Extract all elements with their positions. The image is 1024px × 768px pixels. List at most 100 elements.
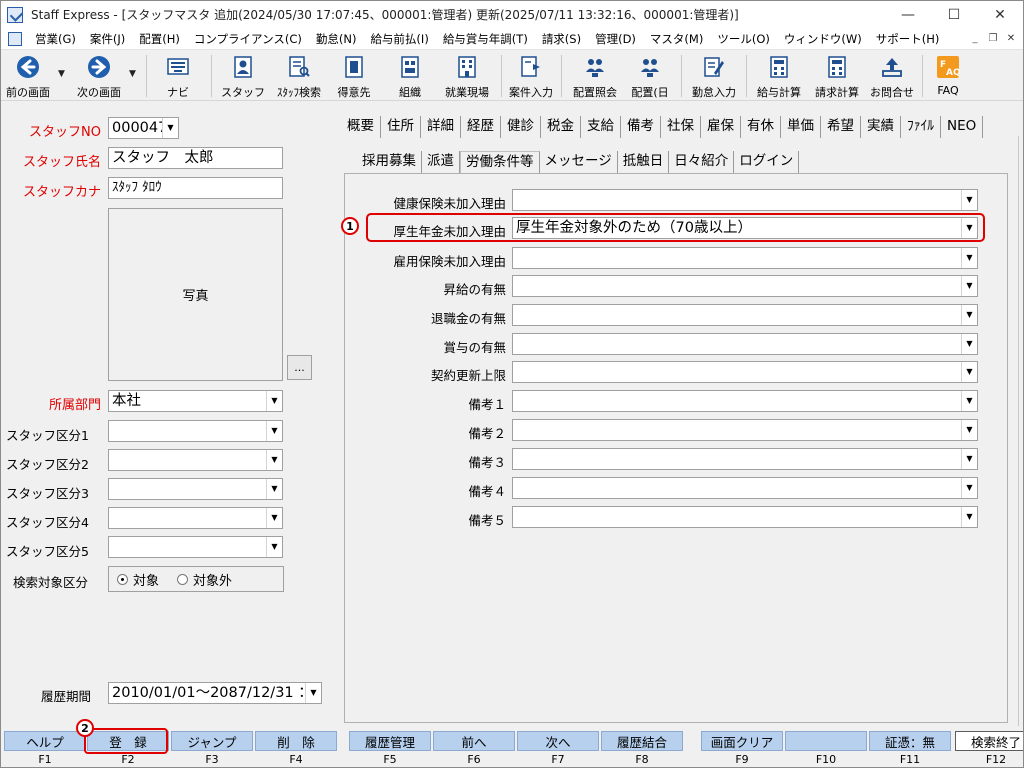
note-3-select[interactable]: ▼ bbox=[512, 448, 978, 470]
close-button[interactable]: ✕ bbox=[977, 1, 1023, 28]
radio-non-target[interactable]: 対象外 bbox=[177, 570, 232, 589]
employment-insurance-reason-select[interactable]: ▼ bbox=[512, 247, 978, 269]
retirement-allowance-option-select[interactable]: ▼ bbox=[512, 304, 978, 326]
next-dropdown-icon[interactable]: ▼ bbox=[129, 69, 136, 79]
calculator-icon bbox=[825, 55, 849, 79]
note-5-select[interactable]: ▼ bbox=[512, 506, 978, 528]
staff-button[interactable]: スタッフ bbox=[218, 53, 268, 99]
raise-option-select[interactable]: ▼ bbox=[512, 275, 978, 297]
prev-screen-button[interactable]: 前の画面 bbox=[3, 53, 53, 99]
staff-class4-select[interactable]: ▼ bbox=[108, 507, 283, 529]
tab-neo[interactable]: NEO bbox=[941, 116, 984, 138]
menu-support[interactable]: サポート(H) bbox=[869, 31, 947, 47]
menu-master[interactable]: マスタ(M) bbox=[643, 31, 710, 47]
tab-messages[interactable]: メッセージ bbox=[540, 151, 618, 173]
evidence-fkey-button[interactable]: 証憑：無 bbox=[869, 731, 951, 751]
tab-career[interactable]: 経歴 bbox=[461, 116, 501, 138]
staff-kana-field[interactable]: ｽﾀｯﾌ ﾀﾛｳ bbox=[108, 177, 283, 199]
note-2-select[interactable]: ▼ bbox=[512, 419, 978, 441]
menu-billing[interactable]: 請求(S) bbox=[535, 31, 588, 47]
mdi-close-button[interactable]: ✕ bbox=[1003, 31, 1019, 46]
search-target-group: 対象 対象外 bbox=[108, 566, 284, 592]
menu-admin[interactable]: 管理(D) bbox=[588, 31, 643, 47]
tab-tax[interactable]: 税金 bbox=[541, 116, 581, 138]
history-period-select[interactable]: 2010/01/01～2087/12/31 ： ▼ bbox=[108, 682, 322, 704]
tab-login[interactable]: ログイン bbox=[734, 151, 800, 173]
photo-area: 写真 bbox=[108, 208, 283, 381]
note-1-select[interactable]: ▼ bbox=[512, 390, 978, 412]
staff-name-field[interactable]: スタッフ 太郎 bbox=[108, 147, 283, 169]
contract-renewal-limit-select[interactable]: ▼ bbox=[512, 361, 978, 383]
dept-select[interactable]: 本社 ▼ bbox=[108, 390, 283, 412]
tab-details[interactable]: 詳細 bbox=[421, 116, 461, 138]
jump-fkey-button[interactable]: ジャンプ bbox=[171, 731, 253, 751]
payroll-calc-button[interactable]: 給与計算 bbox=[751, 53, 807, 99]
maximize-button[interactable]: ☐ bbox=[931, 1, 977, 28]
tab-unit-price[interactable]: 単価 bbox=[781, 116, 821, 138]
note-4-select[interactable]: ▼ bbox=[512, 477, 978, 499]
menu-payroll[interactable]: 給与賞与年調(T) bbox=[436, 31, 535, 47]
assignment-day-button[interactable]: 配置(日 bbox=[626, 53, 674, 99]
billing-calc-button[interactable]: 請求計算 bbox=[809, 53, 865, 99]
staff-class5-select[interactable]: ▼ bbox=[108, 536, 283, 558]
tab-daily-referral[interactable]: 日々紹介 bbox=[669, 151, 735, 173]
help-fkey-button[interactable]: ヘルプ bbox=[4, 731, 86, 751]
clear-screen-fkey-button[interactable]: 画面クリア bbox=[701, 731, 783, 751]
menu-window[interactable]: ウィンドウ(W) bbox=[777, 31, 869, 47]
menu-jobs[interactable]: 案件(J) bbox=[83, 31, 132, 47]
organization-button[interactable]: 組織 bbox=[386, 53, 434, 99]
minimize-button[interactable]: — bbox=[885, 1, 931, 28]
window-title: Staff Express - [スタッフマスタ 追加(2024/05/30 1… bbox=[31, 8, 739, 22]
contact-button[interactable]: お問合せ bbox=[866, 53, 918, 99]
tab-working-conditions[interactable]: 労働条件等 bbox=[460, 151, 540, 173]
bonus-option-select[interactable]: ▼ bbox=[512, 333, 978, 355]
f10-fkey-button[interactable] bbox=[785, 731, 867, 751]
mdi-restore-button[interactable]: ❐ bbox=[985, 31, 1001, 46]
tab-recruitment[interactable]: 採用募集 bbox=[357, 151, 422, 173]
staff-search-button[interactable]: ｽﾀｯﾌ検索 bbox=[272, 53, 326, 99]
next-fkey-button[interactable]: 次へ bbox=[517, 731, 599, 751]
tab-address[interactable]: 住所 bbox=[381, 116, 421, 138]
assignment-inquiry-button[interactable]: 配置照会 bbox=[567, 53, 623, 99]
tab-employment-insurance[interactable]: 雇保 bbox=[701, 116, 741, 138]
tab-paid-leave[interactable]: 有休 bbox=[741, 116, 781, 138]
tab-files[interactable]: ﾌｧｲﾙ bbox=[901, 116, 941, 138]
client-button[interactable]: 得意先 bbox=[330, 53, 378, 99]
tab-overview[interactable]: 概要 bbox=[341, 116, 381, 138]
client-book-icon bbox=[342, 55, 366, 79]
menu-sales[interactable]: 営業(G) bbox=[28, 31, 83, 47]
menu-compliance[interactable]: コンプライアンス(C) bbox=[187, 31, 309, 47]
history-manage-fkey-button[interactable]: 履歴管理 bbox=[349, 731, 431, 751]
tab-results[interactable]: 実績 bbox=[861, 116, 901, 138]
photo-browse-button[interactable]: ... bbox=[287, 355, 312, 380]
radio-target[interactable]: 対象 bbox=[117, 570, 159, 589]
faq-button[interactable]: F AQ FAQ bbox=[926, 53, 970, 99]
staff-class2-select[interactable]: ▼ bbox=[108, 449, 283, 471]
tab-dispatch[interactable]: 派遣 bbox=[422, 151, 460, 173]
tab-notes[interactable]: 備考 bbox=[621, 116, 661, 138]
menu-tools[interactable]: ツール(O) bbox=[710, 31, 777, 47]
history-merge-fkey-button[interactable]: 履歴結合 bbox=[601, 731, 683, 751]
mdi-minimize-button[interactable]: _ bbox=[967, 31, 983, 46]
tab-conflict-date[interactable]: 抵触日 bbox=[618, 151, 670, 173]
menu-attendance[interactable]: 勤怠(N) bbox=[309, 31, 364, 47]
end-search-fkey-button[interactable]: 検索終了 bbox=[955, 731, 1023, 751]
delete-fkey-button[interactable]: 削 除 bbox=[255, 731, 337, 751]
prev-dropdown-icon[interactable]: ▼ bbox=[58, 69, 65, 79]
work-site-button[interactable]: 就業現場 bbox=[439, 53, 495, 99]
staff-no-select[interactable]: 000047 ▼ bbox=[108, 117, 179, 139]
tab-social-insurance[interactable]: 社保 bbox=[661, 116, 701, 138]
health-insurance-reason-select[interactable]: ▼ bbox=[512, 189, 978, 211]
staff-class3-select[interactable]: ▼ bbox=[108, 478, 283, 500]
tab-payment[interactable]: 支給 bbox=[581, 116, 621, 138]
menu-advance-pay[interactable]: 給与前払(I) bbox=[363, 31, 435, 47]
navi-button[interactable]: ナビ bbox=[153, 53, 203, 99]
next-screen-button[interactable]: 次の画面 bbox=[71, 53, 127, 99]
attendance-entry-button[interactable]: 勤怠入力 bbox=[686, 53, 742, 99]
menu-assignment[interactable]: 配置(H) bbox=[132, 31, 187, 47]
tab-health-check[interactable]: 健診 bbox=[501, 116, 541, 138]
prev-fkey-button[interactable]: 前へ bbox=[433, 731, 515, 751]
tab-wishes[interactable]: 希望 bbox=[821, 116, 861, 138]
staff-class1-select[interactable]: ▼ bbox=[108, 420, 283, 442]
job-entry-button[interactable]: 案件入力 bbox=[504, 53, 558, 99]
